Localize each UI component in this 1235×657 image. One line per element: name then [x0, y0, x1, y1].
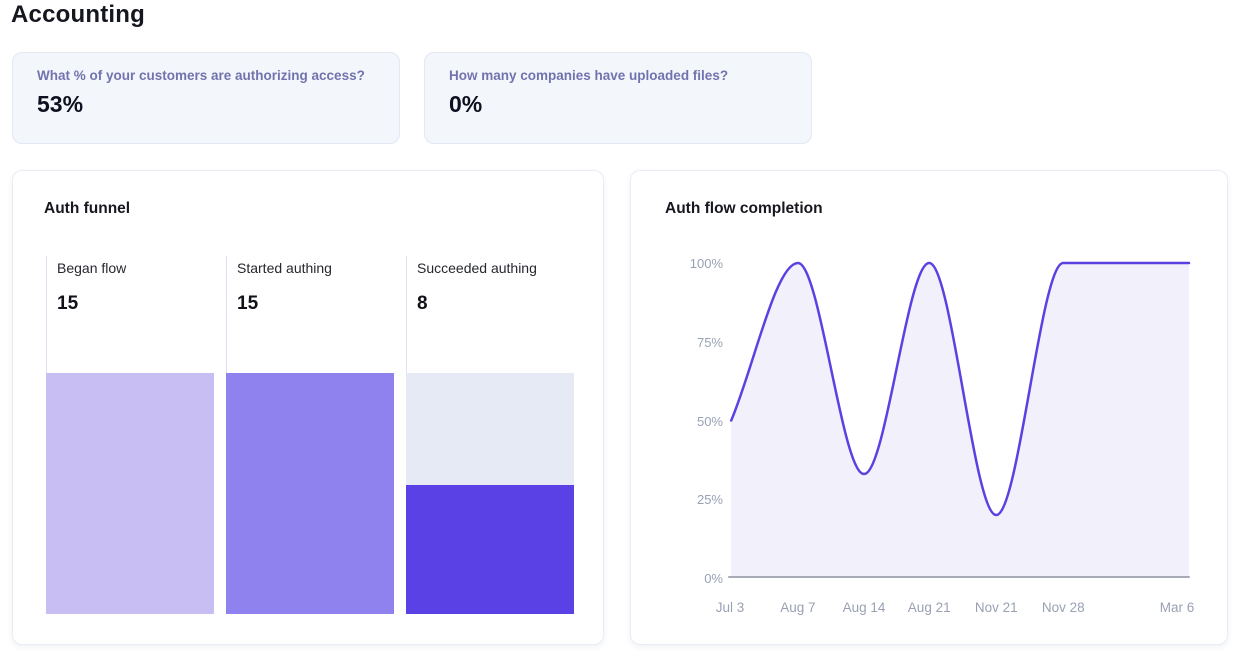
- stat-value: 53%: [37, 91, 375, 118]
- funnel-column-started-authing: Started authing 15: [226, 256, 406, 614]
- funnel-bar-fill: [226, 373, 394, 614]
- y-axis-tick: 100%: [651, 256, 723, 272]
- area-chart-fill: [731, 263, 1189, 578]
- funnel-bar-fill: [46, 373, 214, 614]
- auth-flow-completion-card: Auth flow completion 100% 75% 50% 25% 0% Jul …: [630, 170, 1228, 645]
- page-title: Accounting: [11, 1, 145, 29]
- auth-flow-completion-title: Auth flow completion: [665, 200, 823, 218]
- funnel-bar: [226, 373, 394, 614]
- stat-card-uploaded-files: How many companies have uploaded files? …: [424, 52, 812, 144]
- area-chart: [730, 263, 1189, 578]
- x-axis-tick: Mar 6: [1160, 600, 1195, 616]
- auth-funnel-card: Auth funnel Began flow 15 Started authin…: [12, 170, 604, 645]
- auth-funnel-title: Auth funnel: [44, 200, 130, 218]
- y-axis-tick: 50%: [651, 414, 723, 430]
- x-axis-tick: Nov 28: [1042, 600, 1085, 616]
- funnel-column-value: 15: [237, 293, 406, 315]
- y-axis-tick: 25%: [651, 492, 723, 508]
- funnel-bar-fill: [406, 485, 574, 614]
- stat-question: What % of your customers are authorizing…: [37, 68, 375, 83]
- funnel-column-label: Started authing: [237, 260, 406, 276]
- funnel-columns: Began flow 15 Started authing 15 Succeed…: [46, 256, 586, 614]
- funnel-column-value: 8: [417, 293, 586, 315]
- x-axis-tick: Nov 21: [975, 600, 1018, 616]
- funnel-column-began-flow: Began flow 15: [46, 256, 226, 614]
- x-axis-line: [728, 576, 1190, 578]
- y-axis-tick: 75%: [651, 335, 723, 351]
- x-axis-tick: Aug 7: [780, 600, 815, 616]
- x-axis-tick: Aug 21: [908, 600, 951, 616]
- funnel-column-label: Succeeded authing: [417, 260, 586, 276]
- funnel-column-succeeded-authing: Succeeded authing 8: [406, 256, 586, 614]
- stat-card-authorizing-access: What % of your customers are authorizing…: [12, 52, 400, 144]
- y-axis-tick: 0%: [651, 571, 723, 587]
- x-axis-tick: Jul 3: [716, 600, 745, 616]
- funnel-bar-track: [406, 373, 574, 485]
- stat-value: 0%: [449, 91, 787, 118]
- funnel-bar: [406, 373, 574, 614]
- stat-question: How many companies have uploaded files?: [449, 68, 787, 83]
- funnel-column-label: Began flow: [57, 260, 226, 276]
- x-axis-tick: Aug 14: [843, 600, 886, 616]
- funnel-column-value: 15: [57, 293, 226, 315]
- funnel-bar: [46, 373, 214, 614]
- accounting-dashboard: Accounting What % of your customers are …: [0, 0, 1235, 657]
